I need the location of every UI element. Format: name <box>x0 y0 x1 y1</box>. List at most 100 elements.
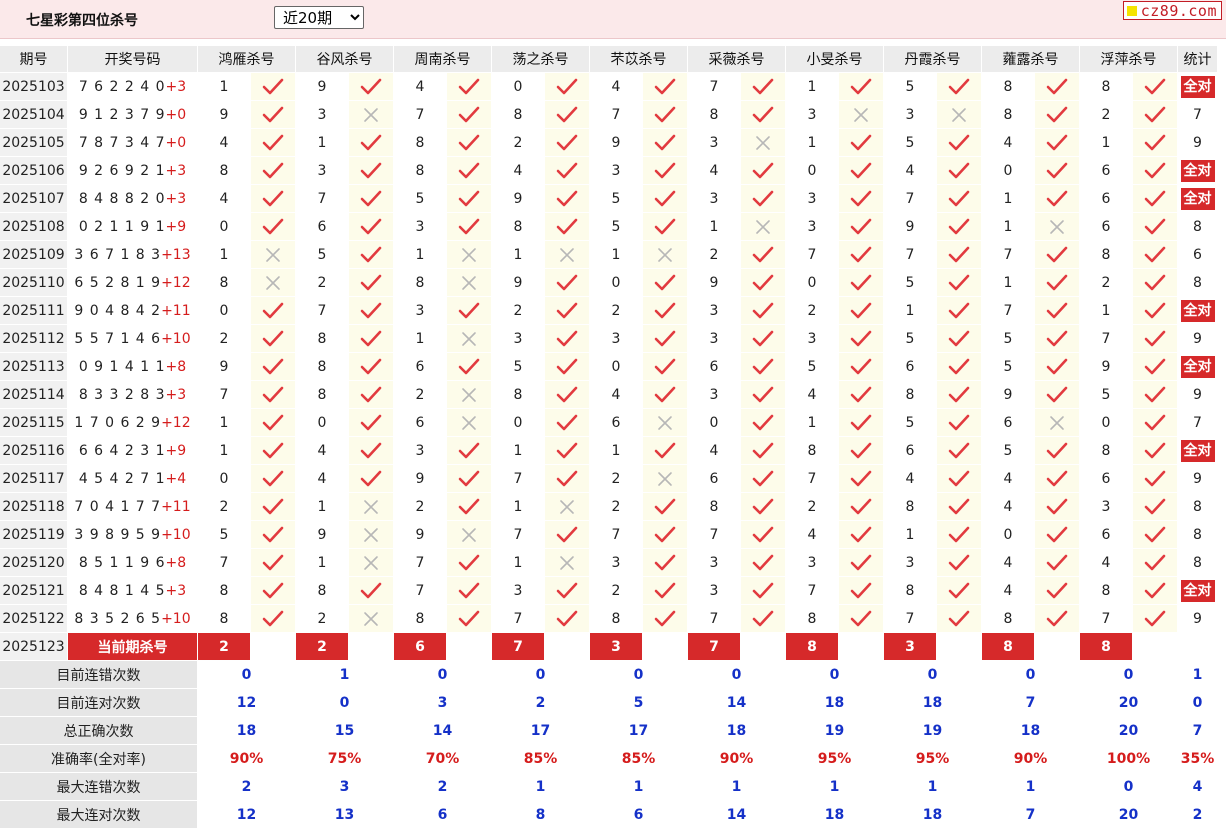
draw-number: 7 6 2 2 4 0 <box>78 78 166 95</box>
kill-number: 8 <box>198 269 251 297</box>
kill-number: 3 <box>688 381 741 409</box>
check-icon <box>937 269 982 297</box>
col-header-killer[interactable]: 芣苡杀号 <box>590 46 688 73</box>
kill-number: 5 <box>884 269 937 297</box>
cross-icon <box>349 101 394 129</box>
draw-sum: +3 <box>165 582 187 599</box>
stats-value: 100% <box>1080 745 1178 773</box>
draw-sum: +4 <box>165 470 187 487</box>
check-icon <box>937 129 982 157</box>
check-icon <box>741 325 786 353</box>
draw-number: 8 4 8 1 4 5 <box>78 582 166 599</box>
check-icon <box>741 577 786 605</box>
all-correct-badge: 全对 <box>1180 187 1215 210</box>
kill-number: 1 <box>884 521 937 549</box>
kill-number: 0 <box>198 213 251 241</box>
stats-value: 18 <box>884 689 982 717</box>
stat-cell: 9 <box>1178 465 1218 493</box>
issue-cell: 2025108 <box>0 213 68 241</box>
col-header-killer[interactable]: 荡之杀号 <box>492 46 590 73</box>
cross-icon <box>447 325 492 353</box>
kill-number: 2 <box>786 297 839 325</box>
site-logo[interactable]: cz89.com <box>1122 1 1222 20</box>
col-header-killer[interactable]: 谷风杀号 <box>296 46 394 73</box>
kill-number: 3 <box>688 185 741 213</box>
stats-value: 1 <box>688 773 786 801</box>
col-header-killer[interactable]: 鸿雁杀号 <box>198 46 296 73</box>
kill-number: 0 <box>688 409 741 437</box>
kill-number: 3 <box>884 101 937 129</box>
draw-cell: 1 7 0 6 2 9+12 <box>68 409 198 437</box>
kill-number: 8 <box>1080 73 1133 101</box>
stat-cell: 7 <box>1178 409 1218 437</box>
issue-cell: 2025114 <box>0 381 68 409</box>
kill-number: 3 <box>688 577 741 605</box>
kill-number: 5 <box>296 241 349 269</box>
check-icon <box>839 157 884 185</box>
draw-sum: +3 <box>165 190 187 207</box>
kill-number: 4 <box>590 381 643 409</box>
kill-number: 8 <box>884 493 937 521</box>
check-icon <box>1035 521 1080 549</box>
table-row: 2025119 3 9 8 9 5 9+10 5 9 9 7 7 7 4 1 0 6 8 <box>0 521 1218 549</box>
check-icon <box>349 241 394 269</box>
current-stat-blank <box>1178 633 1218 661</box>
col-header-killer[interactable]: 采薇杀号 <box>688 46 786 73</box>
stat-cell: 8 <box>1178 521 1218 549</box>
check-icon <box>251 381 296 409</box>
kill-number: 2 <box>590 493 643 521</box>
stats-value: 0 <box>1080 773 1178 801</box>
check-icon <box>1035 101 1080 129</box>
kill-number: 6 <box>884 437 937 465</box>
current-kill-blank <box>251 633 296 661</box>
check-icon <box>251 353 296 381</box>
check-icon <box>839 465 884 493</box>
kill-number: 9 <box>394 465 447 493</box>
stats-value: 5 <box>590 689 688 717</box>
check-icon <box>1035 325 1080 353</box>
check-icon <box>741 605 786 633</box>
col-header-killer[interactable]: 蕹露杀号 <box>982 46 1080 73</box>
check-icon <box>741 73 786 101</box>
kill-number: 2 <box>296 605 349 633</box>
issue-cell: 2025103 <box>0 73 68 101</box>
kill-number: 9 <box>884 213 937 241</box>
stats-row: 目前连错次数 0 1 0 0 0 0 0 0 0 0 1 <box>0 661 1218 689</box>
kill-number: 0 <box>1080 409 1133 437</box>
check-icon <box>643 157 688 185</box>
period-select[interactable]: 近20期 <box>274 6 364 29</box>
kill-number: 8 <box>590 605 643 633</box>
check-icon <box>741 381 786 409</box>
stats-label: 准确率(全对率) <box>0 745 198 773</box>
kill-number: 5 <box>786 353 839 381</box>
check-icon <box>545 381 590 409</box>
kill-number: 3 <box>786 549 839 577</box>
kill-number: 2 <box>786 493 839 521</box>
col-header-killer[interactable]: 小旻杀号 <box>786 46 884 73</box>
check-icon <box>937 185 982 213</box>
check-icon <box>937 521 982 549</box>
check-icon <box>937 437 982 465</box>
kill-number: 7 <box>688 605 741 633</box>
col-header-killer[interactable]: 丹霞杀号 <box>884 46 982 73</box>
kill-number: 8 <box>1080 241 1133 269</box>
kill-number: 5 <box>982 437 1035 465</box>
kill-number: 4 <box>786 521 839 549</box>
draw-number: 3 6 7 1 8 3 <box>74 246 162 263</box>
kill-number: 2 <box>198 493 251 521</box>
col-header-killer[interactable]: 浮萍杀号 <box>1080 46 1178 73</box>
kill-number: 3 <box>590 325 643 353</box>
check-icon <box>349 129 394 157</box>
kill-number: 4 <box>198 129 251 157</box>
stats-value: 12 <box>198 801 296 829</box>
kill-number: 0 <box>590 353 643 381</box>
kill-number: 1 <box>394 325 447 353</box>
current-row: 2025123 当前期杀号 2 2 6 7 3 7 8 3 8 8 <box>0 633 1218 661</box>
table-row: 2025112 5 5 7 1 4 6+10 2 8 1 3 3 3 3 5 5 7 9 <box>0 325 1218 353</box>
col-header-killer[interactable]: 周南杀号 <box>394 46 492 73</box>
check-icon <box>447 493 492 521</box>
kill-number: 9 <box>394 521 447 549</box>
draw-cell: 8 4 8 8 2 0+3 <box>68 185 198 213</box>
check-icon <box>447 437 492 465</box>
draw-cell: 7 0 4 1 7 7+11 <box>68 493 198 521</box>
